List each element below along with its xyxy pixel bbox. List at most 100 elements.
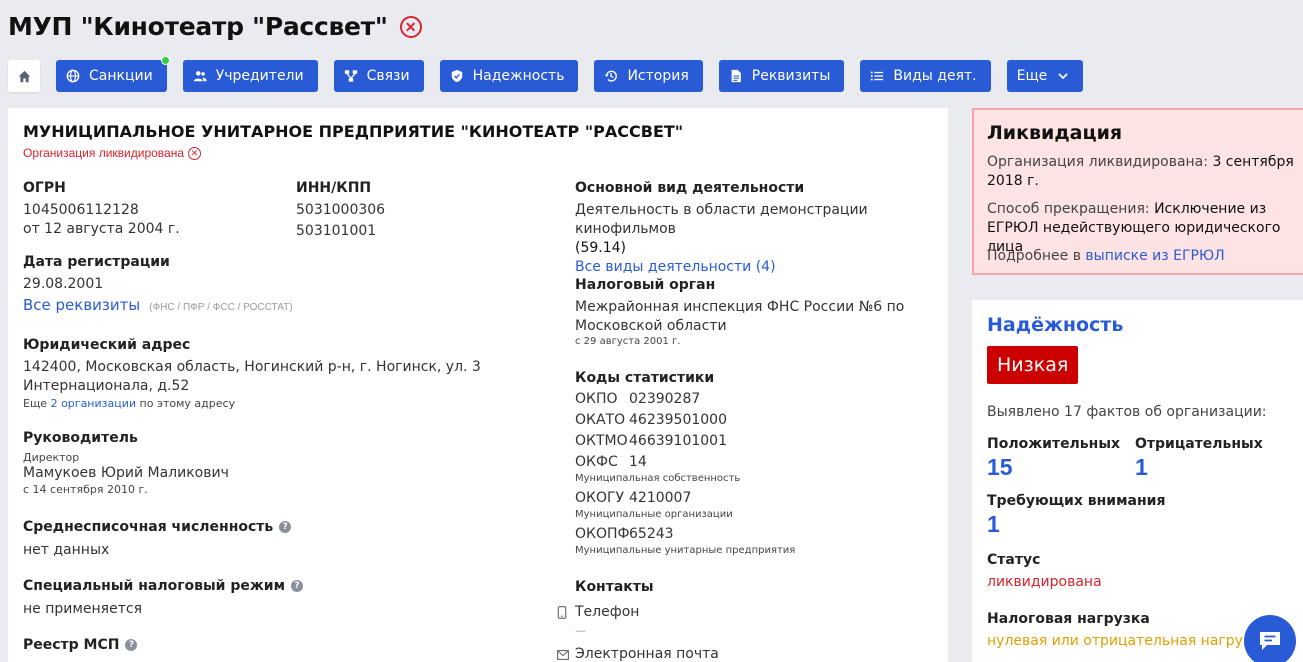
tab-reliability[interactable]: Надежность [439, 60, 579, 92]
negative-block: Отрицательных 1 [1135, 436, 1263, 481]
attention-value[interactable]: 1 [987, 511, 1165, 538]
stat-code-note: Муниципальные организации [575, 509, 733, 520]
list-icon [871, 71, 884, 81]
staff-block: Среднесписочная численность? нет данных [23, 519, 292, 560]
tab-history[interactable]: История [594, 60, 703, 92]
address-label: Юридический адрес [23, 337, 191, 353]
ogrn-date: от 12 августа 2004 г. [23, 221, 180, 237]
tab-sanctions[interactable]: Санкции [56, 56, 170, 92]
activity-label: Основной вид деятельности [575, 180, 805, 196]
head-block: Руководитель Директор Мамукоев Юрий Мали… [23, 430, 229, 496]
codes-label: Коды статистики [575, 370, 715, 386]
home-icon [18, 70, 30, 82]
all-requisites-link[interactable]: Все реквизиты [23, 296, 140, 315]
tab-links[interactable]: Связи [333, 60, 424, 92]
head-since: с 14 сентября 2010 г. [23, 483, 148, 496]
stat-code-row: ОКОГУ 4210007 [575, 490, 692, 506]
stat-codes-block: Коды статистики ОКПО 02390287 ОКАТО 462395… [575, 370, 795, 557]
reg-date: 29.08.2001 [23, 276, 104, 292]
tab-more[interactable]: Еще [1006, 60, 1084, 92]
tab-label: Санкции [89, 68, 153, 84]
shield-icon [451, 69, 462, 83]
chevron-down-icon [1058, 73, 1068, 80]
positive-value[interactable]: 15 [987, 454, 1120, 481]
inn-label: ИНН/КПП [296, 180, 372, 196]
tab-bar: Санкции Учредители Связи Надежность Исто… [8, 56, 1099, 92]
positive-block: Положительных 15 [987, 436, 1120, 481]
all-activities-link[interactable]: Все виды деятельности (4) [575, 258, 940, 277]
inn-block: ИНН/КПП 5031000306 503101001 [296, 180, 385, 241]
kpp-value: 503101001 [296, 223, 377, 239]
attention-block: Требующих внимания 1 [987, 493, 1165, 538]
ogrn-value: 1045006112128 [23, 202, 139, 218]
head-role: Директор [23, 451, 80, 464]
reg-label: Дата регистрации [23, 254, 170, 270]
page-title: МУП "Кинотеатр "Рассвет" [8, 12, 388, 41]
activity-code: (59.14) [575, 240, 627, 256]
history-icon [605, 70, 618, 82]
stat-code-row: ОКАТО 46239501000 [575, 412, 727, 428]
contacts-block: Контакты [575, 579, 654, 595]
tax-org-label: Налоговый орган [575, 277, 716, 293]
document-icon [731, 69, 741, 83]
tab-label: Надежность [472, 68, 565, 84]
reliability-title[interactable]: Надёжность [987, 314, 1123, 336]
msp-block: Реестр МСП? [23, 637, 138, 653]
address-more-post: по этому адресу [136, 397, 236, 410]
tax-org-block: Налоговый орган Межрайонная инспекция ФН… [575, 277, 905, 347]
phone-row: Телефон [557, 603, 639, 622]
email-label: Электронная почта [575, 646, 719, 662]
inn-value: 5031000306 [296, 202, 386, 218]
stat-code-row: ОКОПФ 65243 [575, 526, 674, 542]
negative-value[interactable]: 1 [1135, 454, 1263, 481]
close-icon[interactable]: ✕ [399, 15, 422, 38]
globe-icon [66, 69, 80, 83]
stat-code-row: ОКФС 14 [575, 454, 647, 470]
ogrn-label: ОГРН [23, 180, 66, 196]
egrul-extract-link[interactable]: выписке из ЕГРЮЛ [1085, 248, 1224, 264]
liquidation-date: Организация ликвидирована: 3 сентября 20… [987, 154, 1294, 189]
stat-code-row: ОКПО 02390287 [575, 391, 701, 407]
stat-code-note: Муниципальная собственность [575, 473, 741, 484]
org-full-name: МУНИЦИПАЛЬНОЕ УНИТАРНОЕ ПРЕДПРИЯТИЕ "КИН… [23, 122, 684, 141]
tab-requisites[interactable]: Реквизиты [718, 60, 845, 92]
requisites-note: (ФНС / ПФР / ФСС / РОССТАТ) [149, 302, 293, 313]
tab-label: Учредители [215, 68, 304, 84]
tab-founders[interactable]: Учредители [182, 60, 318, 92]
tax-mode-label: Специальный налоговый режим [23, 578, 286, 594]
tax-load-block: Налоговая нагрузка нулевая или отрицател… [987, 611, 1267, 651]
phone-icon [557, 606, 567, 619]
facts-count: Выявлено 17 фактов об организации: [987, 404, 1267, 420]
address-block: Юридический адрес 142400, Московская обл… [23, 337, 553, 410]
staff-label: Среднесписочная численность [23, 519, 274, 535]
help-icon[interactable]: ? [125, 639, 138, 651]
help-icon[interactable]: ? [279, 521, 292, 533]
tab-activities[interactable]: Виды деят. [860, 60, 991, 92]
main-card: МУНИЦИПАЛЬНОЕ УНИТАРНОЕ ПРЕДПРИЯТИЕ "КИН… [8, 108, 948, 662]
title-row: МУП "Кинотеатр "Рассвет" ✕ [8, 12, 422, 41]
chat-button[interactable] [1244, 615, 1296, 662]
home-button[interactable] [8, 60, 40, 92]
address-value: 142400, Московская область, Ногинский р-… [23, 359, 481, 394]
tab-label: Еще [1016, 68, 1048, 84]
status-value: ликвидирована [987, 574, 1102, 590]
tax-org-value: Межрайонная инспекция ФНС России №6 по М… [575, 299, 905, 334]
reliability-card: Надёжность Низкая Выявлено 17 фактов об … [972, 300, 1303, 662]
stat-code-note: Муниципальные унитарные предприятия [575, 545, 796, 556]
head-label: Руководитель [23, 430, 138, 446]
chat-icon [1260, 632, 1280, 650]
msp-label: Реестр МСП [23, 637, 120, 653]
address-more-link[interactable]: 2 организации [51, 397, 136, 410]
liquidated-text: Организация ликвидирована [23, 146, 185, 160]
tab-label: Реквизиты [751, 68, 831, 84]
reg-block: Дата регистрации 29.08.2001 Все реквизит… [23, 254, 293, 315]
head-name: Мамукоев Юрий Маликович [23, 465, 229, 481]
phone-value: — [575, 624, 586, 637]
tax-mode-value: не применяется [23, 601, 142, 617]
phone-label: Телефон [575, 604, 640, 620]
close-small-icon: ✕ [188, 146, 202, 160]
help-icon[interactable]: ? [291, 580, 304, 592]
tax-mode-block: Специальный налоговый режим? не применяе… [23, 578, 304, 619]
status-label: Статус [987, 552, 1041, 568]
tax-load-label: Налоговая нагрузка [987, 611, 1150, 627]
